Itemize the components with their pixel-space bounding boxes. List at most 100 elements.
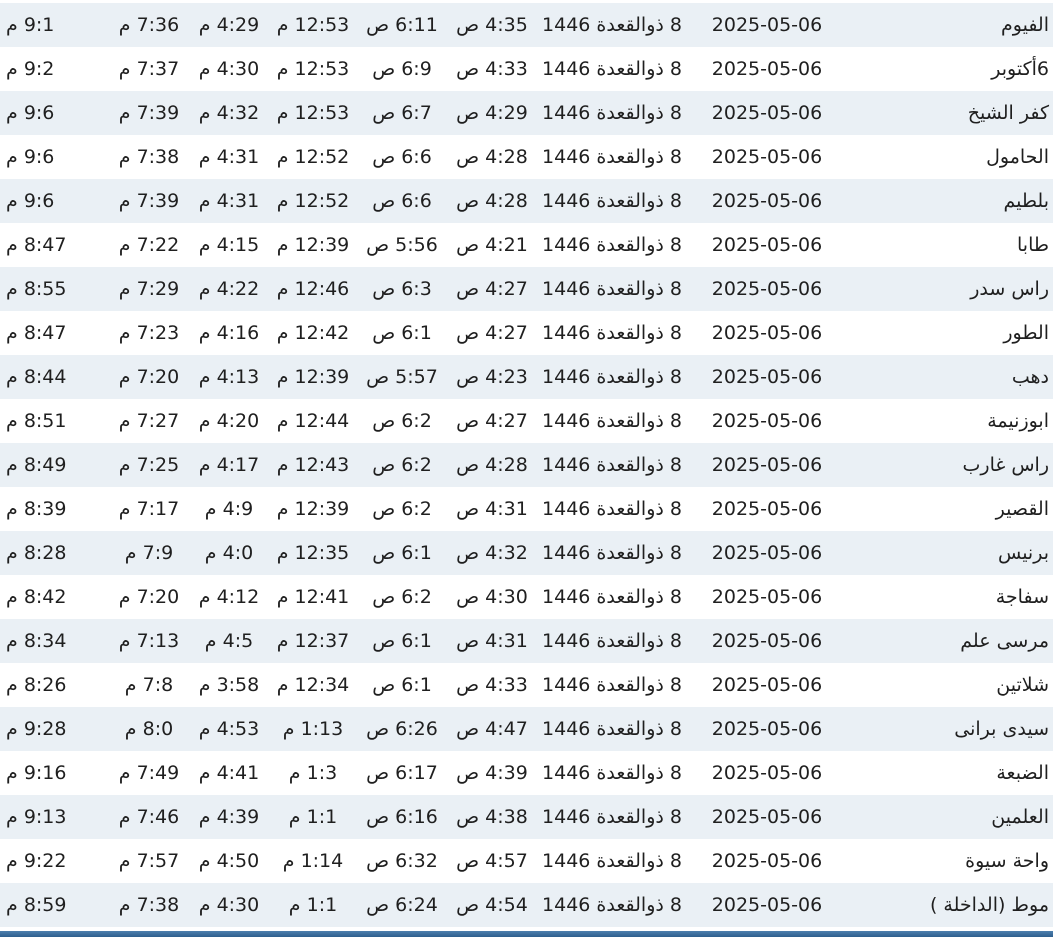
dhuhr-time-cell: 12:52 م (276, 146, 350, 168)
asr-time-cell: 4:30 م (198, 894, 260, 916)
asr-time-cell: 4:17 م (198, 454, 260, 476)
isha-time-cell: 9:13 م (6, 806, 67, 828)
city-cell: الحامول (986, 146, 1049, 168)
maghrib-time-cell: 7:36 م (118, 14, 180, 36)
sunrise-time-cell: 6:3 ص (372, 278, 432, 300)
sunrise-time-cell: 6:11 ص (366, 14, 438, 36)
isha-time-cell: 9:16 م (6, 762, 67, 784)
hijri-date-cell: 8 ذوالقعدة 1446 (542, 190, 682, 212)
bottom-scroll-bar (0, 931, 1053, 937)
gregorian-date-cell: 2025-05-06 (711, 58, 823, 80)
fajr-time-cell: 4:35 ص (456, 14, 528, 36)
isha-time-cell: 8:44 م (6, 366, 67, 388)
fajr-time-cell: 4:31 ص (456, 630, 528, 652)
gregorian-date-cell: 2025-05-06 (711, 454, 823, 476)
dhuhr-time-cell: 1:14 م (282, 850, 344, 872)
asr-time-cell: 4:32 م (198, 102, 260, 124)
fajr-time-cell: 4:27 ص (456, 410, 528, 432)
fajr-time-cell: 4:54 ص (456, 894, 528, 916)
asr-time-cell: 4:5 م (204, 630, 254, 652)
fajr-time-cell: 4:28 ص (456, 454, 528, 476)
sunrise-time-cell: 6:6 ص (372, 190, 432, 212)
sunrise-time-cell: 5:56 ص (366, 234, 438, 256)
hijri-date-cell: 8 ذوالقعدة 1446 (542, 102, 682, 124)
prayer-times-table-container: الفيوم 2025-05-06 8 ذوالقعدة 1446 4:35 ص 6:1… (0, 3, 1053, 927)
hijri-date-cell: 8 ذوالقعدة 1446 (542, 674, 682, 696)
sunrise-time-cell: 6:16 ص (366, 806, 438, 828)
asr-time-cell: 4:50 م (198, 850, 260, 872)
city-cell: 6أكتوبر (991, 58, 1049, 80)
asr-time-cell: 4:20 م (198, 410, 260, 432)
isha-time-cell: 8:51 م (6, 410, 67, 432)
maghrib-time-cell: 7:57 م (118, 850, 180, 872)
fajr-time-cell: 4:29 ص (456, 102, 528, 124)
hijri-date-cell: 8 ذوالقعدة 1446 (542, 410, 682, 432)
isha-time-cell: 8:26 م (6, 674, 67, 696)
hijri-date-cell: 8 ذوالقعدة 1446 (542, 146, 682, 168)
isha-time-cell: 9:2 م (6, 58, 55, 80)
maghrib-time-cell: 7:29 م (118, 278, 180, 300)
city-cell: سيدى برانى (954, 718, 1049, 740)
city-cell: العلمين (991, 806, 1049, 828)
gregorian-date-cell: 2025-05-06 (711, 498, 823, 520)
sunrise-time-cell: 6:32 ص (366, 850, 438, 872)
table-row: دهب 2025-05-06 8 ذوالقعدة 1446 4:23 ص 5:57 ص… (0, 355, 1053, 399)
maghrib-time-cell: 7:20 م (118, 366, 180, 388)
table-row: شلاتين 2025-05-06 8 ذوالقعدة 1446 4:33 ص 6:1… (0, 663, 1053, 707)
table-row: الطور 2025-05-06 8 ذوالقعدة 1446 4:27 ص 6:1 … (0, 311, 1053, 355)
gregorian-date-cell: 2025-05-06 (711, 234, 823, 256)
city-cell: الفيوم (1001, 14, 1049, 36)
gregorian-date-cell: 2025-05-06 (711, 894, 823, 916)
sunrise-time-cell: 6:2 ص (372, 454, 432, 476)
isha-time-cell: 8:39 م (6, 498, 67, 520)
dhuhr-time-cell: 1:3 م (288, 762, 338, 784)
city-cell: طابا (1017, 234, 1049, 256)
table-row: موط (الداخلة ) 2025-05-06 8 ذوالقعدة 1446 4… (0, 883, 1053, 927)
hijri-date-cell: 8 ذوالقعدة 1446 (542, 454, 682, 476)
isha-time-cell: 9:6 م (6, 102, 55, 124)
city-cell: الضبعة (996, 762, 1049, 784)
city-cell: دهب (1011, 366, 1049, 388)
fajr-time-cell: 4:38 ص (456, 806, 528, 828)
gregorian-date-cell: 2025-05-06 (711, 322, 823, 344)
table-row: كفر الشيخ 2025-05-06 8 ذوالقعدة 1446 4:29 ص… (0, 91, 1053, 135)
asr-time-cell: 4:30 م (198, 58, 260, 80)
maghrib-time-cell: 7:8 م (124, 674, 174, 696)
hijri-date-cell: 8 ذوالقعدة 1446 (542, 14, 682, 36)
isha-time-cell: 8:34 م (6, 630, 67, 652)
hijri-date-cell: 8 ذوالقعدة 1446 (542, 542, 682, 564)
sunrise-time-cell: 6:17 ص (366, 762, 438, 784)
table-row: راس سدر 2025-05-06 8 ذوالقعدة 1446 4:27 ص 6:… (0, 267, 1053, 311)
fajr-time-cell: 4:23 ص (456, 366, 528, 388)
gregorian-date-cell: 2025-05-06 (711, 850, 823, 872)
isha-time-cell: 9:1 م (6, 14, 55, 36)
maghrib-time-cell: 7:39 م (118, 102, 180, 124)
maghrib-time-cell: 7:38 م (118, 146, 180, 168)
asr-time-cell: 4:31 م (198, 190, 260, 212)
table-row: الضبعة 2025-05-06 8 ذوالقعدة 1446 4:39 ص 6:1… (0, 751, 1053, 795)
table-row: الحامول 2025-05-06 8 ذوالقعدة 1446 4:28 ص 6:… (0, 135, 1053, 179)
maghrib-time-cell: 7:27 م (118, 410, 180, 432)
dhuhr-time-cell: 12:44 م (276, 410, 350, 432)
sunrise-time-cell: 6:1 ص (372, 322, 432, 344)
hijri-date-cell: 8 ذوالقعدة 1446 (542, 498, 682, 520)
maghrib-time-cell: 7:39 م (118, 190, 180, 212)
dhuhr-time-cell: 12:37 م (276, 630, 350, 652)
hijri-date-cell: 8 ذوالقعدة 1446 (542, 806, 682, 828)
sunrise-time-cell: 6:2 ص (372, 586, 432, 608)
dhuhr-time-cell: 12:41 م (276, 586, 350, 608)
table-row: برنيس 2025-05-06 8 ذوالقعدة 1446 4:32 ص 6:1 … (0, 531, 1053, 575)
city-cell: راس غارب (962, 454, 1049, 476)
dhuhr-time-cell: 12:53 م (276, 58, 350, 80)
table-row: مرسى علم 2025-05-06 8 ذوالقعدة 1446 4:31 ص 6… (0, 619, 1053, 663)
gregorian-date-cell: 2025-05-06 (711, 14, 823, 36)
city-cell: مرسى علم (960, 630, 1049, 652)
gregorian-date-cell: 2025-05-06 (711, 806, 823, 828)
fajr-time-cell: 4:31 ص (456, 498, 528, 520)
isha-time-cell: 9:6 م (6, 146, 55, 168)
city-cell: راس سدر (970, 278, 1049, 300)
city-cell: سفاجة (995, 586, 1049, 608)
city-cell: كفر الشيخ (967, 102, 1049, 124)
table-row: العلمين 2025-05-06 8 ذوالقعدة 1446 4:38 ص 6:… (0, 795, 1053, 839)
maghrib-time-cell: 7:20 م (118, 586, 180, 608)
